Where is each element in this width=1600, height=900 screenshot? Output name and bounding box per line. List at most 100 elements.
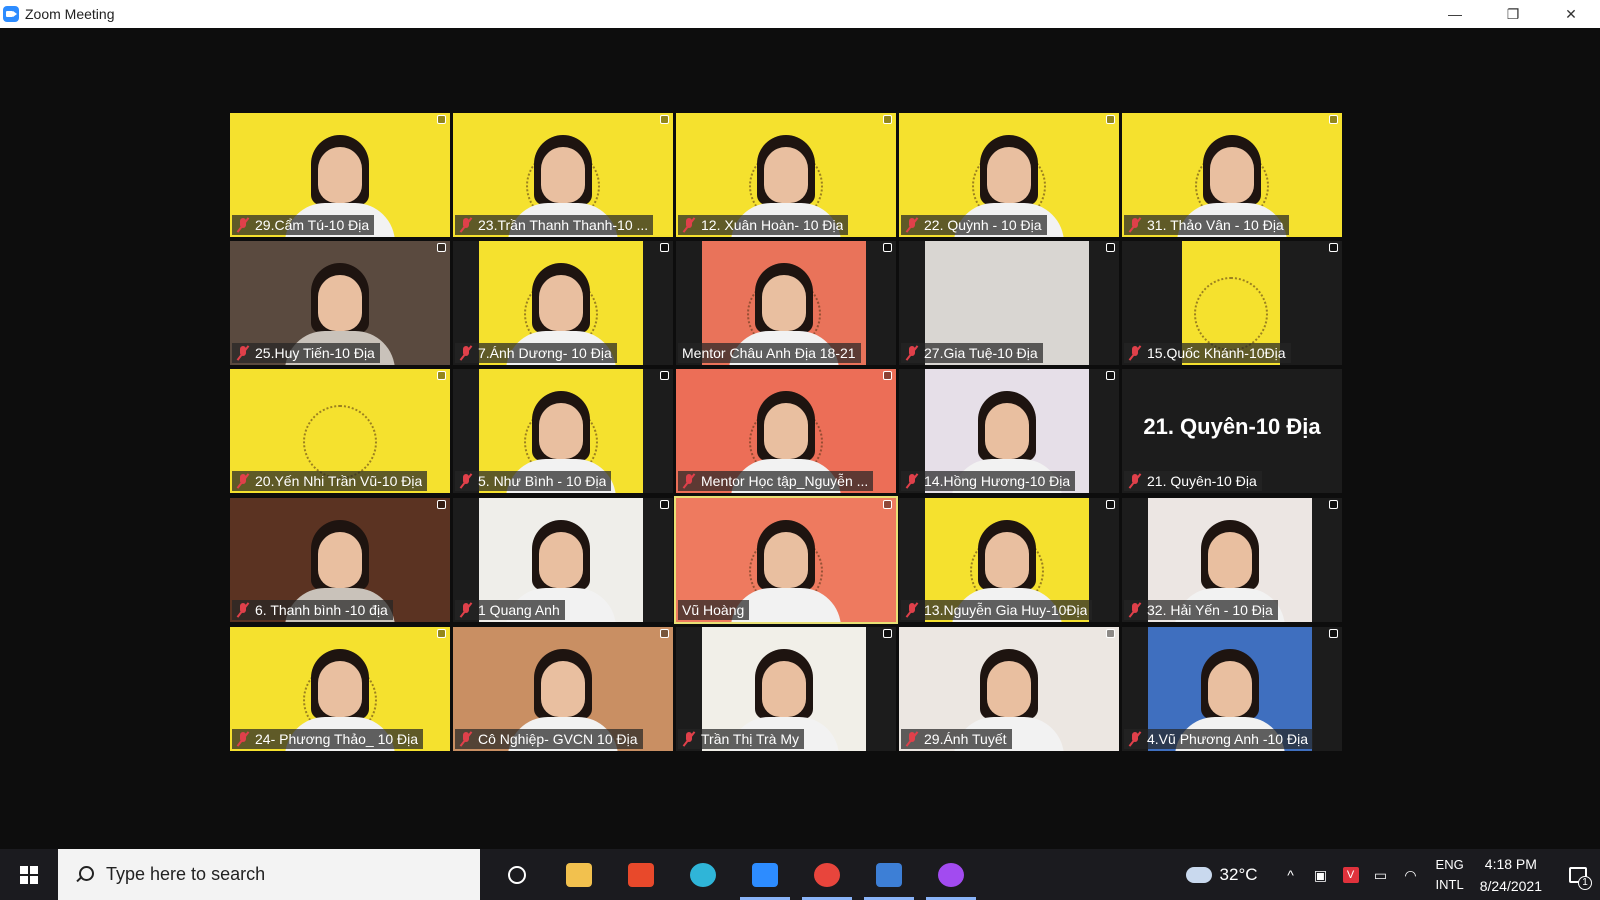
chevron-up-icon[interactable]: ^ xyxy=(1283,867,1299,883)
avatar-frame xyxy=(303,405,377,479)
participant-name-label: 14.Hồng Hương-10 Địa xyxy=(901,471,1076,491)
participant-tile[interactable]: 32. Hải Yến - 10 Địa xyxy=(1122,498,1342,622)
participant-name-label: Mentor Châu Anh Địa 18-21 xyxy=(678,343,861,363)
participant-tile[interactable]: 23.Trần Thanh Thanh-10 ... xyxy=(453,113,673,237)
tile-status-icons xyxy=(437,371,446,380)
battery-icon[interactable]: ▭ xyxy=(1373,867,1389,883)
tile-status-icons xyxy=(660,371,669,380)
participant-name-label: 13.Nguyễn Gia Huy-10Địa xyxy=(901,600,1093,620)
zoom-icon xyxy=(752,862,778,887)
task-view-button[interactable] xyxy=(486,849,548,900)
participant-tile[interactable]: Vũ Hoàng xyxy=(674,496,898,624)
participant-name-label: Vũ Hoàng xyxy=(678,600,750,620)
participant-tile[interactable]: 15.Quốc Khánh-10Địa xyxy=(1122,241,1342,365)
participant-tile[interactable]: 20.Yến Nhi Trần Vũ-10 Địa xyxy=(230,369,450,493)
participant-name: 1 Quang Anh xyxy=(478,602,560,618)
participant-name: 25.Huy Tiến-10 Địa xyxy=(255,345,375,361)
muted-mic-icon xyxy=(236,345,250,361)
participant-tile[interactable]: 24- Phương Thảo_ 10 Địa xyxy=(230,627,450,751)
video-icon xyxy=(1106,243,1115,252)
participant-name-label: 1 Quang Anh xyxy=(455,600,565,620)
participant-tile[interactable]: Cô Nghiệp- GVCN 10 Địa xyxy=(453,627,673,751)
participant-tile[interactable]: 21. Quyên-10 Địa 21. Quyên-10 Địa xyxy=(1122,369,1342,493)
restore-button[interactable]: ❐ xyxy=(1484,0,1542,28)
input-language[interactable]: ENG INTL xyxy=(1436,855,1464,895)
participant-name-label: Mentor Học tập_Nguyễn ... xyxy=(678,471,874,491)
participant-name: 6. Thanh bình -10 địa xyxy=(255,602,388,618)
video-icon xyxy=(660,500,669,509)
muted-mic-icon xyxy=(1128,473,1142,489)
participant-tile[interactable]: 12. Xuân Hoàn- 10 Địa xyxy=(676,113,896,237)
participant-name-label: 20.Yến Nhi Trần Vũ-10 Địa xyxy=(232,471,428,491)
video-icon xyxy=(1106,115,1115,124)
participant-tile[interactable]: 4.Vũ Phương Anh -10 Địa xyxy=(1122,627,1342,751)
taskbar-app-office[interactable] xyxy=(610,849,672,900)
taskbar-app-store[interactable] xyxy=(858,849,920,900)
participant-tile[interactable]: Trần Thị Trà My xyxy=(676,627,896,751)
clock[interactable]: 4:18 PM 8/24/2021 xyxy=(1480,853,1542,897)
person-face xyxy=(1210,147,1254,203)
clock-date: 8/24/2021 xyxy=(1479,877,1542,894)
tile-status-icons xyxy=(660,115,669,124)
person-face xyxy=(541,147,585,203)
language-code: ENG xyxy=(1435,856,1464,872)
wifi-icon[interactable]: ◠ xyxy=(1403,867,1419,883)
participant-name-label: 12. Xuân Hoàn- 10 Địa xyxy=(678,215,849,235)
taskbar-app-edge[interactable] xyxy=(672,849,734,900)
video-icon xyxy=(660,371,669,380)
participant-tile[interactable]: Mentor Học tập_Nguyễn ... xyxy=(676,369,896,493)
participant-tile[interactable]: Mentor Châu Anh Địa 18-21 xyxy=(676,241,896,365)
participant-tile[interactable]: 27.Gia Tuệ-10 Địa xyxy=(899,241,1119,365)
muted-mic-icon xyxy=(905,731,919,747)
minimize-button[interactable]: — xyxy=(1426,0,1484,28)
video-icon xyxy=(1106,371,1115,380)
participant-name-label: 23.Trần Thanh Thanh-10 ... xyxy=(455,215,654,235)
tile-status-icons xyxy=(437,115,446,124)
start-button[interactable] xyxy=(0,849,58,900)
person-face xyxy=(987,147,1031,203)
person-face xyxy=(764,532,808,588)
taskbar-app-chrome[interactable] xyxy=(796,849,858,900)
participant-tile[interactable]: 5. Như Bình - 10 Địa xyxy=(453,369,673,493)
participant-tile[interactable]: 22. Quỳnh - 10 Địa xyxy=(899,113,1119,237)
vivaldi-icon[interactable]: V xyxy=(1342,866,1359,883)
participant-tile[interactable]: 31. Thảo Vân - 10 Địa xyxy=(1122,113,1342,237)
participant-name: 29.Cẩm Tú-10 Địa xyxy=(255,217,370,233)
tile-status-icons xyxy=(883,500,892,509)
muted-mic-icon xyxy=(236,602,250,618)
tile-status-icons xyxy=(660,629,669,638)
tile-status-icons xyxy=(660,500,669,509)
person-face xyxy=(764,147,808,203)
window-title: Zoom Meeting xyxy=(25,6,115,22)
participant-tile[interactable]: 29.Cẩm Tú-10 Địa xyxy=(230,113,450,237)
participant-name-label: Trần Thị Trà My xyxy=(678,729,805,749)
taskbar-app-zoom[interactable] xyxy=(734,849,796,900)
meet-now-icon[interactable]: ▣ xyxy=(1313,867,1329,883)
muted-mic-icon xyxy=(459,473,473,489)
taskbar-search[interactable]: Type here to search xyxy=(58,849,480,900)
participant-tile[interactable]: 6. Thanh bình -10 địa xyxy=(230,498,450,622)
participant-tile[interactable]: 7.Ánh Dương- 10 Địa xyxy=(453,241,673,365)
participant-tile[interactable]: 13.Nguyễn Gia Huy-10Địa xyxy=(899,498,1119,622)
taskbar-app-file-explorer[interactable] xyxy=(548,849,610,900)
participant-tile[interactable]: 1 Quang Anh xyxy=(453,498,673,622)
close-button[interactable]: ✕ xyxy=(1542,0,1600,28)
participant-tile[interactable]: 25.Huy Tiến-10 Địa xyxy=(230,241,450,365)
notification-center-button[interactable]: 1 xyxy=(1556,849,1600,900)
taskbar-app-messenger[interactable] xyxy=(920,849,982,900)
participant-name: 14.Hồng Hương-10 Địa xyxy=(924,473,1071,489)
participant-name-label: 27.Gia Tuệ-10 Địa xyxy=(901,343,1043,363)
participant-tile[interactable]: 29.Ánh Tuyết xyxy=(899,627,1119,751)
search-placeholder: Type here to search xyxy=(106,864,266,884)
person-face xyxy=(762,275,806,331)
cloud-icon[interactable] xyxy=(1185,866,1212,883)
clock-time: 4:18 PM xyxy=(1484,855,1537,872)
participant-name-label: 32. Hải Yến - 10 Địa xyxy=(1124,600,1278,620)
person-face xyxy=(764,403,808,459)
weather-temperature[interactable]: 32°C xyxy=(1220,865,1258,885)
video-icon xyxy=(1329,243,1338,252)
participant-name: 22. Quỳnh - 10 Địa xyxy=(924,217,1042,233)
muted-mic-icon xyxy=(459,217,473,233)
participant-tile[interactable]: 14.Hồng Hương-10 Địa xyxy=(899,369,1119,493)
muted-mic-icon xyxy=(459,731,473,747)
